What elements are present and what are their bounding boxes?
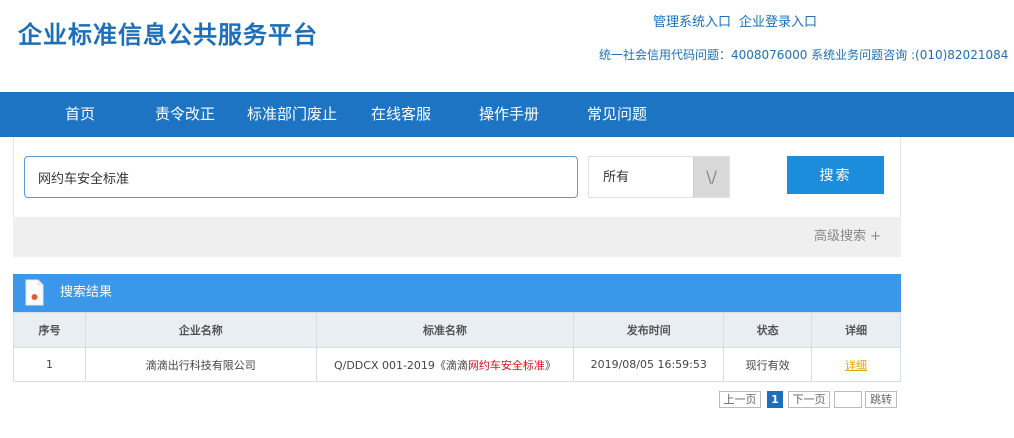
advanced-search-link[interactable]: 高级搜索 + [814,217,881,257]
jump-button[interactable]: 跳转 [865,391,897,408]
next-page-button[interactable]: 下一页 [788,391,830,408]
chevron-down-icon[interactable]: \/ [693,157,729,197]
scope-select-value: 所有 [603,170,630,185]
standard-highlight: 网约车安全标准 [467,358,545,372]
table-header-row: 序号 企业名称 标准名称 发布时间 状态 详细 [13,312,901,348]
column-header-index: 序号 [13,312,86,348]
cell-status: 现行有效 [723,347,813,382]
page-number-current[interactable]: 1 [767,391,783,408]
table-row: 1 滴滴出行科技有限公司 Q/DDCX 001-2019《滴滴网约车安全标准》 … [13,347,901,382]
standard-suffix: 》 [544,358,556,372]
search-input[interactable] [24,156,578,198]
site-title: 企业标准信息公共服务平台 [18,21,318,49]
column-header-standard: 标准名称 [315,312,575,348]
jump-page-input[interactable] [834,391,862,408]
nav-item-manual[interactable]: 操作手册 [479,92,539,137]
column-header-company: 企业名称 [84,312,317,348]
page-header: 企业标准信息公共服务平台 管理系统入口 企业登录入口 统一社会信用代码问题：400… [0,0,1014,92]
results-table: 序号 企业名称 标准名称 发布时间 状态 详细 1 滴滴出行科技有限公司 Q/D… [13,312,901,382]
results-header: 搜索结果 [13,274,901,312]
prev-page-button[interactable]: 上一页 [719,391,761,408]
advanced-search-bar: 高级搜索 + [13,217,901,257]
nav-item-faq[interactable]: 常见问题 [587,92,647,137]
standard-prefix: Q/DDCX 001-2019《滴滴 [333,358,468,372]
column-header-detail: 详细 [811,312,901,348]
nav-item-abolished[interactable]: 标准部门废止 [247,92,337,137]
document-icon [25,279,44,306]
top-links: 管理系统入口 企业登录入口 [653,11,825,30]
hotline-text: 统一社会信用代码问题：4008076000 系统业务问题咨询 :(010)820… [599,48,1009,62]
cell-standard: Q/DDCX 001-2019《滴滴网约车安全标准》 [315,347,575,382]
cell-published: 2019/08/05 16:59:53 [573,347,725,382]
column-header-status: 状态 [723,312,813,348]
search-button[interactable]: 搜索 [787,156,884,194]
scope-select[interactable]: 所有 \/ [588,156,730,198]
main-navbar: 首页 责令改正 标准部门废止 在线客服 操作手册 常见问题 [0,92,1014,137]
admin-system-link[interactable]: 管理系统入口 [653,15,731,30]
cell-detail: 详细 [811,347,901,382]
cell-index: 1 [13,347,86,382]
detail-link[interactable]: 详细 [845,359,867,372]
column-header-published: 发布时间 [573,312,725,348]
search-panel: 所有 \/ 搜索 [13,137,901,217]
enterprise-login-link[interactable]: 企业登录入口 [739,15,817,30]
nav-item-rectification[interactable]: 责令改正 [155,92,215,137]
cell-company: 滴滴出行科技有限公司 [84,347,317,382]
results-title: 搜索结果 [60,285,113,300]
nav-item-online-service[interactable]: 在线客服 [371,92,431,137]
nav-item-home[interactable]: 首页 [65,92,95,137]
